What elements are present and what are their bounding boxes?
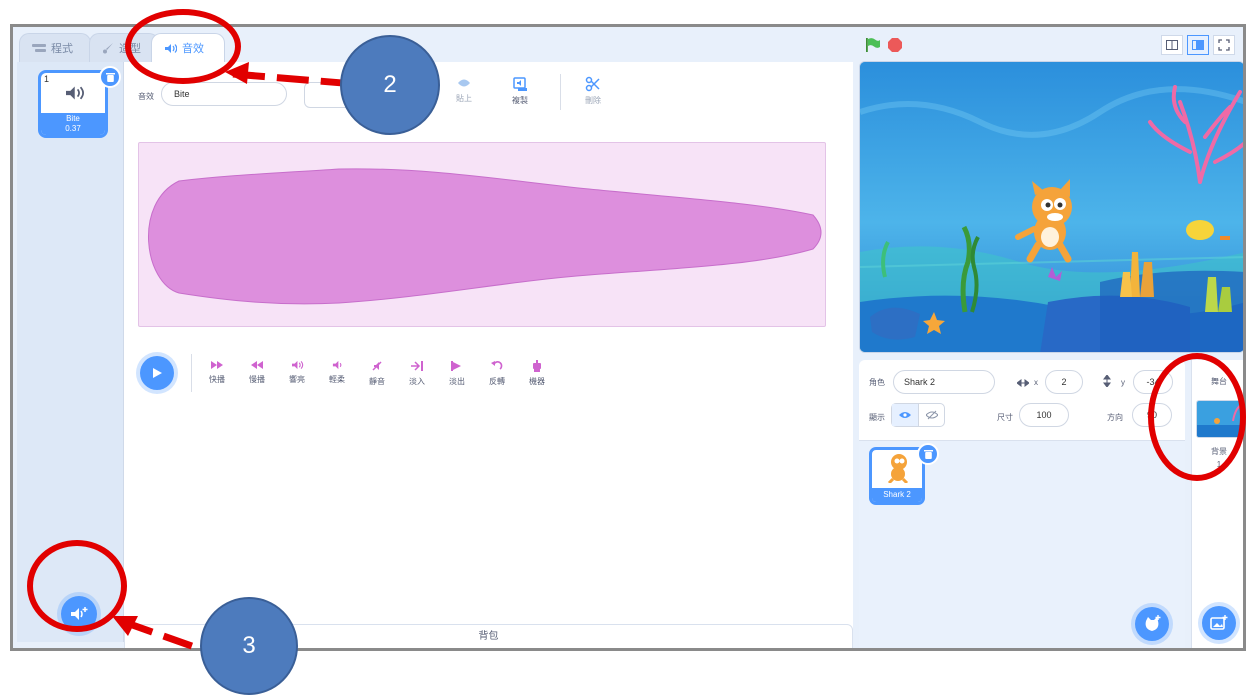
volume-down-icon — [332, 360, 342, 370]
reverse-icon — [491, 361, 503, 370]
copy-label: 複製 — [512, 96, 528, 105]
stop-sign-icon[interactable] — [887, 37, 903, 53]
sprite-name-label: 角色 — [869, 378, 885, 387]
choose-sprite-button[interactable] — [1135, 607, 1169, 641]
delete-button[interactable]: 刪除 — [576, 76, 610, 106]
fullscreen-button[interactable] — [1213, 35, 1235, 55]
effect-louder-button[interactable]: 響亮 — [277, 360, 317, 385]
delete-sound-button[interactable] — [99, 66, 121, 88]
speaker-icon — [66, 86, 84, 100]
sprite-list-panel: Shark 2 — [859, 440, 1185, 648]
copy-icon — [513, 77, 527, 91]
sound-tile-bite[interactable]: 1 Bite 0.37 — [38, 70, 108, 138]
direction-label: 方向 — [1107, 413, 1123, 422]
copy-button[interactable]: 複製 — [503, 76, 537, 106]
effect-softer-button[interactable]: 輕柔 — [317, 360, 357, 385]
small-stage-button[interactable] — [1161, 35, 1183, 55]
effect-mute-label: 靜音 — [369, 377, 385, 386]
trash-icon — [923, 450, 933, 459]
effect-fade-in-button[interactable]: 淡入 — [397, 360, 437, 387]
volume-up-icon — [292, 360, 304, 370]
robot-icon — [533, 360, 541, 372]
effect-robot-label: 機器 — [529, 377, 545, 386]
y-label: y — [1121, 378, 1125, 387]
annotation-bubble-2: 2 — [340, 35, 440, 135]
code-icon — [32, 44, 46, 52]
toolbar-divider — [560, 74, 561, 110]
sound-tile-duration: 0.37 — [65, 124, 81, 133]
sound-editor: 音效 Bite 貼上 複製 刪除 快播 慢播 響亮 輕柔 靜音 淡入 淡出 反轉… — [124, 62, 853, 642]
eye-hidden-icon — [926, 410, 938, 420]
effect-mute-button[interactable]: 靜音 — [357, 360, 397, 387]
fast-forward-icon — [211, 361, 223, 369]
tab-code[interactable]: 程式 — [19, 33, 91, 62]
annotation-bubble-3: 3 — [200, 597, 298, 695]
x-arrows-icon — [1017, 379, 1029, 387]
effect-louder-label: 響亮 — [289, 375, 305, 384]
effect-fade-in-label: 淡入 — [409, 377, 425, 386]
delete-sprite-button[interactable] — [917, 443, 939, 465]
trash-icon — [105, 73, 115, 82]
visibility-toggle — [891, 403, 945, 427]
hide-sprite-button[interactable] — [919, 404, 945, 426]
show-sprite-button[interactable] — [892, 404, 919, 426]
brush-icon — [103, 43, 113, 54]
effect-reverse-button[interactable]: 反轉 — [477, 360, 517, 387]
delete-label: 刪除 — [585, 96, 601, 105]
effect-slower-button[interactable]: 慢播 — [237, 360, 277, 385]
annotation-ring-stage — [1148, 353, 1246, 481]
add-sprite-icon — [1145, 615, 1161, 631]
x-label: x — [1034, 378, 1038, 387]
paste-label: 貼上 — [456, 94, 472, 103]
eye-icon — [899, 412, 911, 418]
waveform-shape — [147, 168, 822, 305]
fullscreen-icon — [1218, 39, 1230, 51]
paste-button[interactable]: 貼上 — [447, 76, 481, 104]
annotation-arrow-2 — [225, 62, 355, 88]
effects-divider — [191, 354, 192, 392]
stage-header — [859, 27, 1243, 62]
show-label: 顯示 — [869, 413, 885, 422]
effect-fade-out-label: 淡出 — [449, 377, 465, 386]
large-stage-icon — [1192, 40, 1204, 50]
effect-reverse-label: 反轉 — [489, 377, 505, 386]
effect-faster-label: 快播 — [209, 375, 225, 384]
sound-name-label: 音效 — [138, 92, 154, 101]
mute-icon — [372, 361, 382, 371]
fade-out-icon — [451, 361, 461, 371]
sound-index: 1 — [44, 74, 50, 84]
sound-tile-name: Bite — [66, 114, 80, 123]
effect-robot-button[interactable]: 機器 — [517, 360, 557, 387]
stage-canvas[interactable] — [859, 61, 1243, 353]
annotation-ring-sounds-tab — [125, 9, 241, 84]
large-stage-button[interactable] — [1187, 35, 1209, 55]
sound-tile-label: Bite 0.37 — [41, 113, 105, 135]
effect-softer-label: 輕柔 — [329, 375, 345, 384]
tab-code-label: 程式 — [51, 43, 73, 55]
size-input[interactable]: 100 — [1019, 403, 1069, 427]
choose-backdrop-button[interactable] — [1202, 606, 1236, 640]
play-icon — [153, 368, 162, 378]
waveform-display[interactable] — [138, 142, 826, 327]
add-backdrop-icon — [1210, 615, 1228, 630]
size-label: 尺寸 — [997, 413, 1013, 422]
scratch-editor-window: 程式 造型 音效 1 Bite 0.37 音效 Bite 貼上 複製 刪除 快播… — [10, 24, 1246, 651]
effect-slower-label: 慢播 — [249, 375, 265, 384]
scissors-icon — [585, 76, 600, 92]
effect-faster-button[interactable]: 快播 — [197, 360, 237, 385]
x-input[interactable]: 2 — [1045, 370, 1083, 394]
underwater-backdrop — [860, 62, 1243, 352]
paste-icon — [458, 79, 470, 87]
sprite-tile-label: Shark 2 — [872, 488, 922, 502]
play-button[interactable] — [140, 356, 174, 390]
sprite-name-input[interactable]: Shark 2 — [893, 370, 995, 394]
small-stage-icon — [1166, 40, 1178, 50]
rewind-icon — [251, 361, 263, 369]
sprite-thumbnail — [887, 454, 909, 483]
effect-fade-out-button[interactable]: 淡出 — [437, 360, 477, 387]
y-arrows-icon — [1103, 375, 1111, 387]
green-flag-icon[interactable] — [865, 37, 881, 53]
fade-in-icon — [411, 361, 423, 371]
sprite-info-panel: 角色 Shark 2 x 2 y -34 顯示 尺寸 100 方向 90 — [859, 360, 1185, 440]
